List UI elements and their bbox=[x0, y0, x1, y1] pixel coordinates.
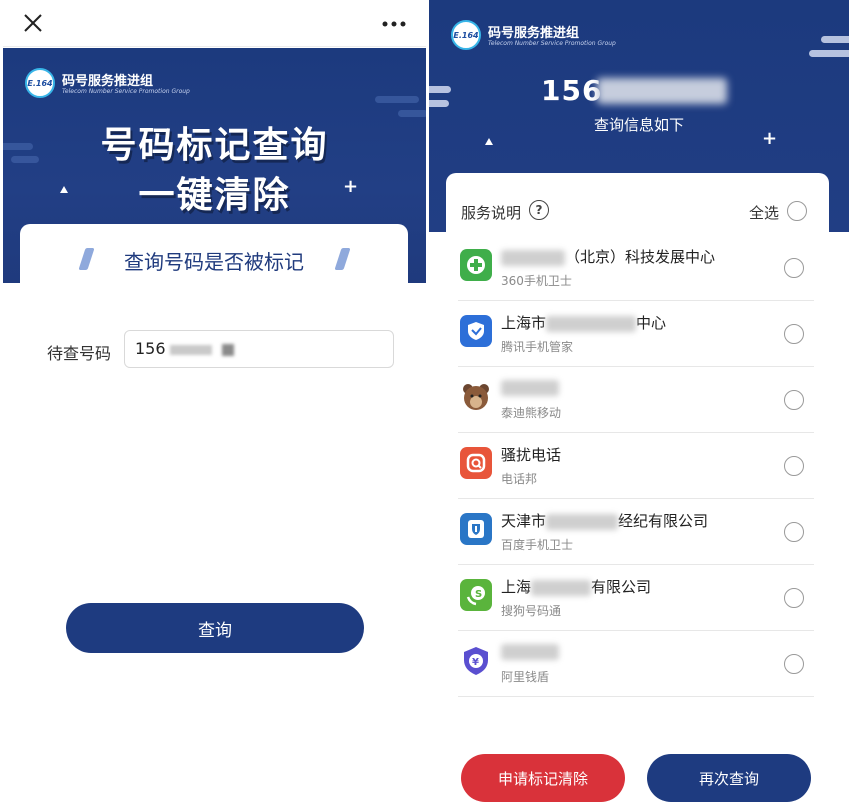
results-subtitle: 查询信息如下 bbox=[593, 116, 684, 134]
select-radio[interactable] bbox=[784, 324, 804, 344]
list-item[interactable]: 骚扰电话 电话邦 bbox=[458, 433, 814, 499]
list-item[interactable]: ¥ 阿里钱盾 bbox=[458, 631, 814, 697]
company-name: （北京）科技发展中心 bbox=[501, 246, 715, 267]
redacted-name bbox=[531, 579, 592, 596]
redacted-name bbox=[501, 643, 559, 660]
app-name: 搜狗号码通 bbox=[501, 604, 562, 618]
select-radio[interactable] bbox=[784, 654, 804, 674]
star-decoration bbox=[485, 138, 493, 145]
hero-title-line2: 一键清除 bbox=[138, 175, 291, 216]
select-radio[interactable] bbox=[784, 390, 804, 410]
top-bar bbox=[3, 0, 426, 47]
select-radio[interactable] bbox=[784, 456, 804, 476]
app-name: 泰迪熊移动 bbox=[501, 406, 562, 420]
service-note-label: 服务说明 bbox=[461, 204, 522, 222]
app-name: 百度手机卫士 bbox=[501, 538, 574, 552]
ali-shield-icon: ¥ bbox=[460, 645, 492, 677]
redacted-name bbox=[546, 513, 619, 530]
app-name: 360手机卫士 bbox=[501, 274, 572, 288]
select-radio[interactable] bbox=[784, 258, 804, 278]
requery-button[interactable]: 再次查询 bbox=[647, 754, 811, 802]
company-name: 上海市 中心 bbox=[501, 314, 667, 332]
redacted-digits bbox=[169, 344, 212, 355]
tencent-shield-icon bbox=[460, 315, 492, 347]
select-radio[interactable] bbox=[784, 588, 804, 608]
baidu-shield-icon bbox=[460, 513, 492, 545]
sogou-phone-icon: S bbox=[460, 579, 492, 611]
phone-number-input[interactable]: 156 bbox=[124, 330, 394, 368]
list-item[interactable]: S 上海 有限公司 搜狗号码通 bbox=[458, 565, 814, 631]
cloud-decoration bbox=[429, 100, 449, 107]
redacted-name bbox=[501, 379, 559, 396]
request-clear-button[interactable]: 申请标记清除 bbox=[461, 754, 625, 802]
more-icon[interactable] bbox=[382, 21, 406, 27]
company-name: 上海 有限公司 bbox=[501, 578, 652, 596]
hero-title-line1: 号码标记查询 bbox=[100, 125, 329, 166]
results-card: 服务说明 ? 全选 （北京）科技发展中心 360手机卫士 上海市 中心 腾讯手机管… bbox=[446, 173, 829, 804]
query-screen: E.164 码号服务推进组 Telecom Number Service Pro… bbox=[3, 0, 426, 804]
phone-number: 156 bbox=[541, 74, 603, 107]
svg-text:S: S bbox=[475, 589, 482, 600]
results-header: 服务说明 ? 全选 bbox=[446, 173, 829, 243]
app-name: 阿里钱盾 bbox=[501, 670, 550, 684]
redacted-name bbox=[501, 249, 565, 266]
list-item[interactable]: 上海市 中心 腾讯手机管家 bbox=[458, 301, 814, 367]
phone-bang-icon bbox=[460, 447, 492, 479]
app-name: 电话邦 bbox=[501, 472, 538, 486]
select-radio[interactable] bbox=[784, 522, 804, 542]
plus-shield-icon bbox=[460, 249, 492, 281]
phone-number-value: 156 bbox=[135, 339, 166, 358]
app-name: 腾讯手机管家 bbox=[501, 340, 574, 354]
logo-subtitle: Telecom Number Service Promotion Group bbox=[488, 40, 616, 47]
company-name bbox=[501, 378, 559, 396]
e164-logo-icon: E.164 bbox=[25, 68, 55, 98]
company-name: 天津市 经纪有限公司 bbox=[501, 512, 709, 530]
results-screen: E.164 码号服务推进组 Telecom Number Service Pro… bbox=[429, 0, 849, 804]
logo-title: 码号服务推进组 bbox=[488, 26, 580, 41]
redacted-digits bbox=[597, 78, 727, 104]
company-name bbox=[501, 642, 559, 660]
cloud-decoration bbox=[375, 96, 419, 103]
redacted-name bbox=[546, 315, 637, 332]
cloud-decoration bbox=[429, 86, 451, 93]
list-item[interactable]: 泰迪熊移动 bbox=[458, 367, 814, 433]
select-all-radio[interactable] bbox=[787, 201, 807, 221]
cloud-decoration bbox=[809, 50, 849, 57]
close-icon[interactable] bbox=[21, 11, 45, 35]
cloud-decoration bbox=[821, 36, 849, 43]
e164-logo-icon: E.164 bbox=[451, 20, 481, 50]
phone-field-label: 待查号码 bbox=[47, 344, 112, 363]
help-icon[interactable]: ? bbox=[529, 200, 549, 220]
svg-text:¥: ¥ bbox=[472, 657, 479, 668]
list-item[interactable]: 天津市 经纪有限公司 百度手机卫士 bbox=[458, 499, 814, 565]
logo-title: 码号服务推进组 bbox=[62, 74, 154, 89]
redacted-digits bbox=[221, 343, 234, 356]
list-item[interactable]: （北京）科技发展中心 360手机卫士 bbox=[458, 235, 814, 301]
logo-subtitle: Telecom Number Service Promotion Group bbox=[62, 88, 190, 95]
query-button[interactable]: 查询 bbox=[66, 603, 364, 653]
teddy-bear-icon bbox=[460, 381, 492, 413]
query-form-card: 查询号码是否被标记 待查号码 156 查询 bbox=[20, 224, 408, 676]
select-all-label: 全选 bbox=[748, 204, 779, 222]
company-name: 骚扰电话 bbox=[501, 446, 562, 464]
